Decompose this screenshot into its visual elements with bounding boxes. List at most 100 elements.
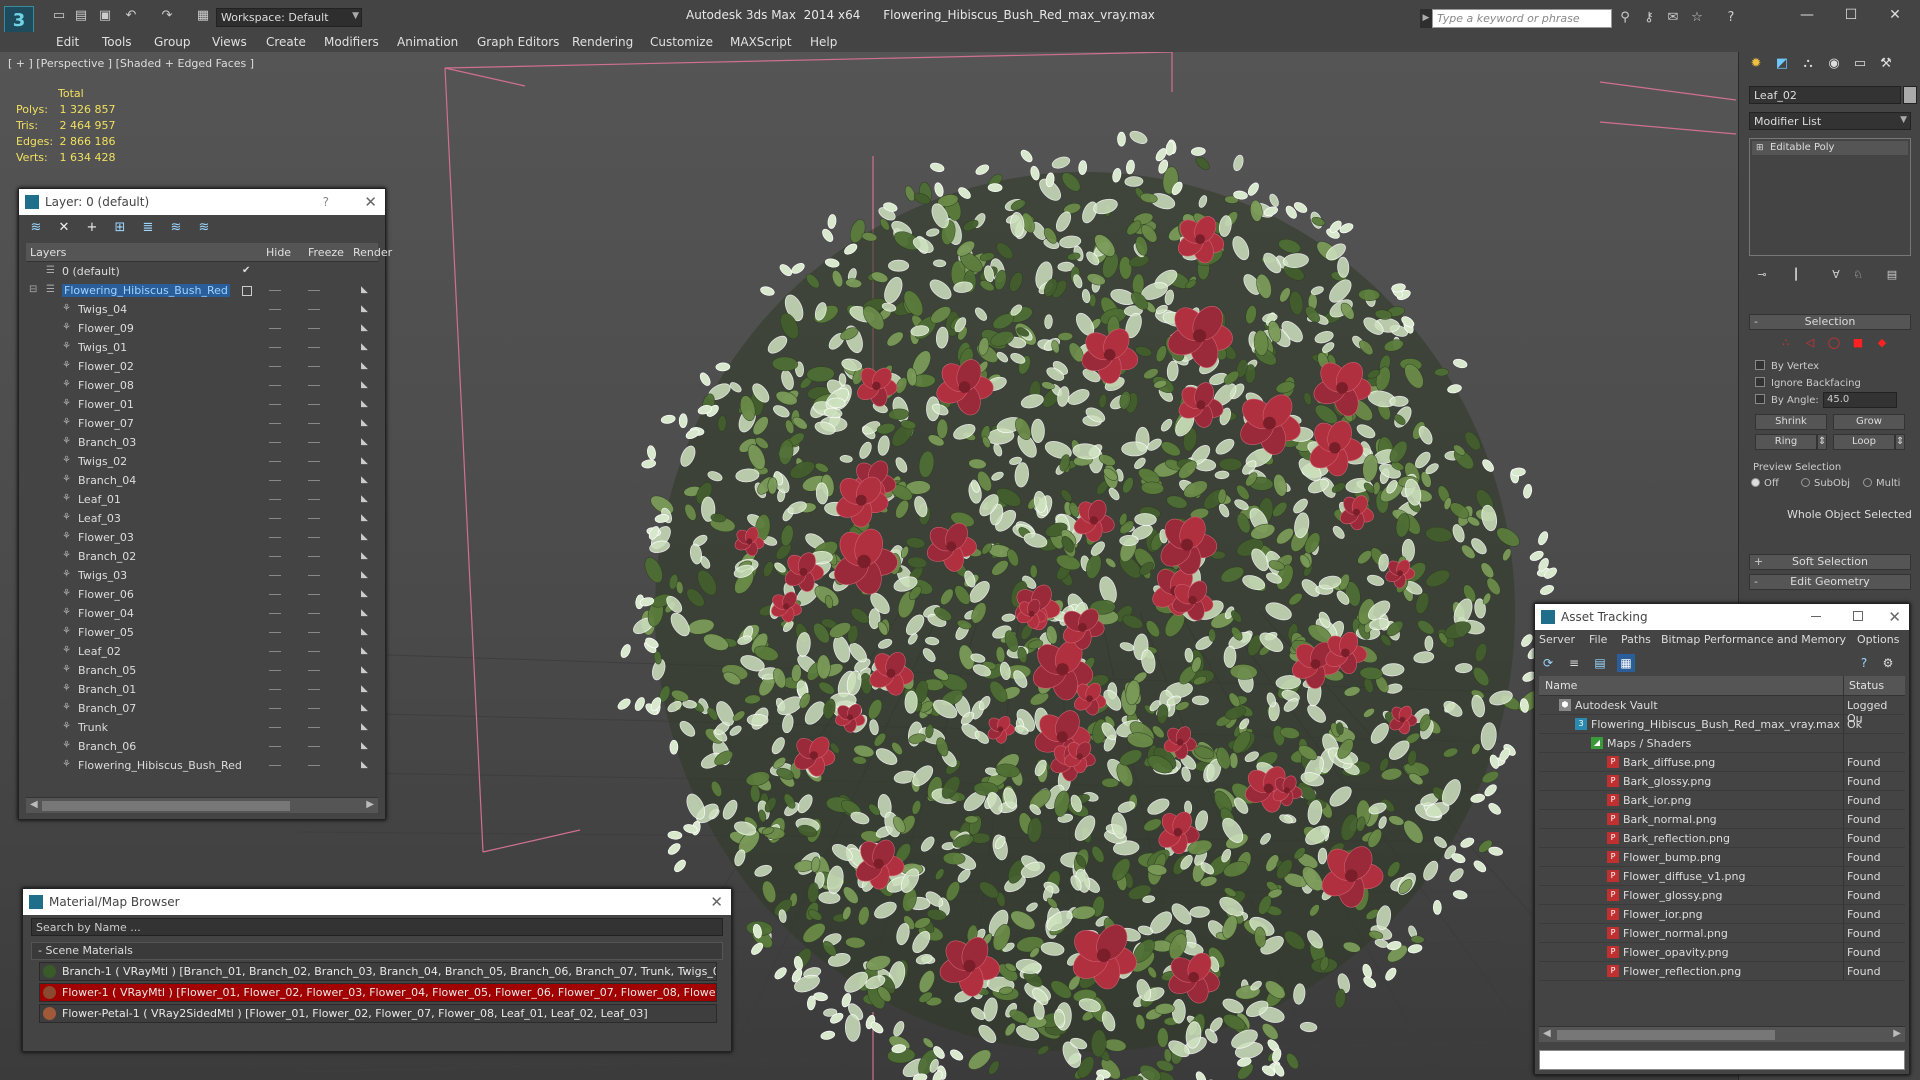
freeze-toggle[interactable]: [308, 537, 320, 538]
shrink-button[interactable]: Shrink: [1755, 414, 1827, 430]
menu-rendering[interactable]: Rendering: [572, 35, 633, 49]
hide-toggle[interactable]: [269, 423, 281, 424]
asset-row[interactable]: P Flower_bump.png Found: [1539, 848, 1905, 867]
close-icon[interactable]: ✕: [364, 189, 377, 215]
show-end-result-icon[interactable]: ┃: [1789, 268, 1803, 282]
asset-row[interactable]: P Bark_glossy.png Found: [1539, 772, 1905, 791]
col-render[interactable]: Render: [353, 246, 392, 259]
configure-sets-icon[interactable]: ▤: [1885, 268, 1899, 282]
scroll-thumb[interactable]: [42, 801, 290, 811]
render-teapot-icon[interactable]: ◣: [361, 342, 373, 352]
add-layer-icon[interactable]: +: [83, 219, 101, 237]
hide-toggle[interactable]: [269, 689, 281, 690]
asset-row[interactable]: P Flower_opavity.png Found: [1539, 943, 1905, 962]
hide-toggle[interactable]: [269, 708, 281, 709]
remove-modifier-icon[interactable]: ♘: [1851, 268, 1865, 282]
render-teapot-icon[interactable]: ◣: [361, 684, 373, 694]
hide-toggle[interactable]: [269, 385, 281, 386]
save-icon[interactable]: ▣: [96, 8, 114, 24]
freeze-toggle[interactable]: [308, 689, 320, 690]
render-teapot-icon[interactable]: ◣: [361, 304, 373, 314]
freeze-toggle[interactable]: [308, 613, 320, 614]
hide-toggle[interactable]: [269, 556, 281, 557]
asset-menu-options[interactable]: Options: [1857, 633, 1899, 646]
layer-row[interactable]: ⚘ Twigs_04 ◣: [26, 300, 378, 319]
render-teapot-icon[interactable]: ◣: [361, 532, 373, 542]
asset-row[interactable]: ⬢ Autodesk Vault Logged Ou: [1539, 696, 1905, 725]
layer-row[interactable]: ⚘ Flower_07 ◣: [26, 414, 378, 433]
object-name-field[interactable]: Leaf_02: [1749, 86, 1901, 104]
tab-create-icon[interactable]: ✹: [1743, 54, 1769, 74]
tab-motion-icon[interactable]: ◉: [1821, 54, 1847, 74]
asset-tracking-titlebar[interactable]: Asset Tracking ✕: [1535, 604, 1909, 630]
col-layers[interactable]: Layers: [30, 246, 66, 259]
ring-spinner[interactable]: ⇕: [1817, 434, 1827, 450]
material-row[interactable]: Flower-Petal-1 ( VRay2SidedMtl ) [Flower…: [39, 1004, 717, 1023]
render-teapot-icon[interactable]: ◣: [361, 551, 373, 561]
col-status[interactable]: Status: [1849, 679, 1884, 692]
freeze-toggle[interactable]: [308, 765, 320, 766]
edit-geometry-rollout-header[interactable]: - Edit Geometry: [1749, 574, 1911, 590]
render-teapot-icon[interactable]: ◣: [361, 418, 373, 428]
scene-materials-group[interactable]: - Scene Materials: [31, 942, 723, 960]
freeze-toggle[interactable]: [308, 575, 320, 576]
keyword-search-input[interactable]: Type a keyword or phrase: [1432, 9, 1612, 28]
minimize-button[interactable]: —: [1790, 4, 1824, 26]
redo-icon[interactable]: ↷: [158, 8, 176, 24]
element-level-icon[interactable]: ◆: [1875, 336, 1889, 350]
asset-row[interactable]: P Flower_glossy.png Found: [1539, 886, 1905, 905]
layer-row[interactable]: ⚘ Flower_08 ◣: [26, 376, 378, 395]
col-hide[interactable]: Hide: [266, 246, 291, 259]
by-vertex-checkbox[interactable]: By Vertex: [1755, 360, 1819, 372]
expand-plus-icon[interactable]: ⊞: [1756, 141, 1764, 155]
minimize-icon[interactable]: [1811, 616, 1821, 617]
ring-button[interactable]: Ring: [1755, 434, 1817, 450]
project-folder-icon[interactable]: ▦: [194, 8, 212, 24]
menu-graph-editors[interactable]: Graph Editors: [477, 35, 559, 49]
tree-view-icon[interactable]: ▤: [1591, 654, 1609, 672]
material-row[interactable]: Branch-1 ( VRayMtl ) [Branch_01, Branch_…: [39, 962, 717, 981]
hide-toggle[interactable]: [269, 366, 281, 367]
layer-panel-titlebar[interactable]: Layer: 0 (default) ? ✕: [19, 189, 385, 215]
by-angle-checkbox[interactable]: By Angle:: [1755, 394, 1819, 406]
help-icon[interactable]: ?: [323, 189, 329, 215]
active-checkmark-icon[interactable]: ✔: [242, 265, 254, 277]
hide-toggle[interactable]: [269, 309, 281, 310]
freeze-toggle[interactable]: [308, 309, 320, 310]
object-color-swatch[interactable]: [1903, 86, 1917, 104]
render-teapot-icon[interactable]: ◣: [361, 285, 373, 295]
scroll-left-icon[interactable]: ◀: [1543, 1028, 1551, 1039]
tab-hierarchy-icon[interactable]: ⛬: [1795, 54, 1821, 74]
search-expand-icon[interactable]: ▶: [1420, 9, 1432, 28]
hide-toggle[interactable]: [269, 290, 281, 291]
material-row[interactable]: Flower-1 ( VRayMtl ) [Flower_01, Flower_…: [39, 983, 717, 1002]
menu-views[interactable]: Views: [212, 35, 247, 49]
layer-manager-icon[interactable]: ≋: [27, 219, 45, 237]
asset-row[interactable]: P Flower_reflection.png Found: [1539, 962, 1905, 981]
layer-row[interactable]: ⚘ Branch_04 ◣: [26, 471, 378, 490]
freeze-toggle[interactable]: [308, 670, 320, 671]
layer-horizontal-scrollbar[interactable]: ◀ ▶: [26, 797, 378, 813]
hide-toggle[interactable]: [269, 632, 281, 633]
layer-row[interactable]: ⚘ Branch_05 ◣: [26, 661, 378, 680]
freeze-toggle[interactable]: [308, 385, 320, 386]
menu-group[interactable]: Group: [154, 35, 191, 49]
scroll-right-icon[interactable]: ▶: [366, 799, 374, 810]
maximize-icon[interactable]: [1853, 611, 1863, 621]
communication-icon[interactable]: ✉: [1664, 9, 1682, 27]
asset-menu-server[interactable]: Server: [1539, 633, 1575, 646]
freeze-toggle[interactable]: [308, 347, 320, 348]
select-objects-icon[interactable]: ≣: [139, 219, 157, 237]
layer-row[interactable]: ⚘ Flower_04 ◣: [26, 604, 378, 623]
scroll-left-icon[interactable]: ◀: [30, 799, 38, 810]
hide-toggle[interactable]: [269, 328, 281, 329]
render-teapot-icon[interactable]: ◣: [361, 399, 373, 409]
freeze-toggle[interactable]: [308, 518, 320, 519]
layer-row-default[interactable]: ☰ 0 (default) ✔: [26, 262, 378, 281]
freeze-toggle[interactable]: [308, 746, 320, 747]
render-teapot-icon[interactable]: ◣: [361, 437, 373, 447]
hide-toggle[interactable]: [269, 347, 281, 348]
hide-toggle[interactable]: [269, 461, 281, 462]
soft-selection-rollout-header[interactable]: + Soft Selection: [1749, 554, 1911, 570]
scroll-right-icon[interactable]: ▶: [1893, 1028, 1901, 1039]
